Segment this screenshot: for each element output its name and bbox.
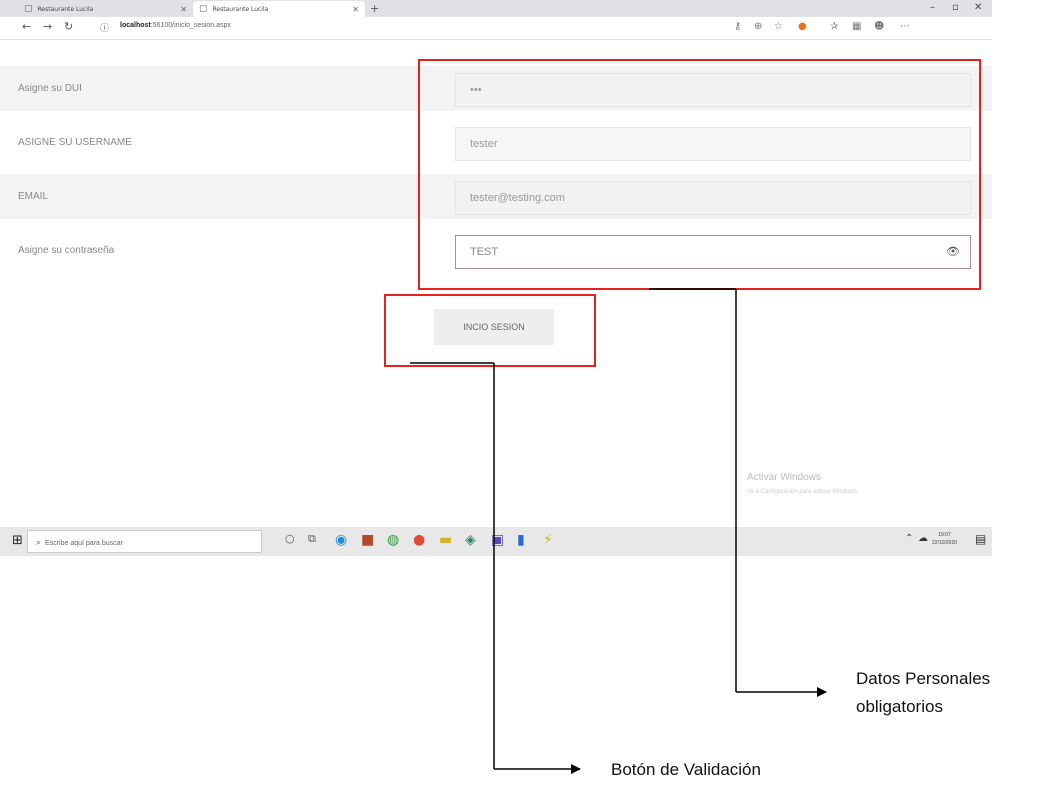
notification-icon[interactable]: ▤ xyxy=(975,532,986,546)
app-icon-orange[interactable]: ● xyxy=(413,532,425,548)
back-arrow-icon[interactable]: ← xyxy=(22,20,31,33)
close-tab-icon[interactable]: ✕ xyxy=(352,5,359,14)
key-icon[interactable]: ⚷ xyxy=(734,21,741,32)
personal-data-annotation-line2: obligatorios xyxy=(856,697,943,716)
page-icon: ▢ xyxy=(199,4,208,14)
extension-icon[interactable]: ● xyxy=(798,21,807,32)
validation-button-annotation: Botón de Validación xyxy=(611,760,761,779)
app-icon-yellow[interactable]: ⚡ xyxy=(543,532,553,548)
app-icon-purple[interactable]: ▣ xyxy=(491,532,504,548)
activation-watermark-title: Activar Windows xyxy=(747,472,821,483)
validation-button-connector xyxy=(410,362,581,774)
clock-date: 22/10/2020 xyxy=(932,540,958,546)
refresh-icon[interactable]: ↻ xyxy=(64,20,73,33)
browser-tab-1[interactable]: ▢ Restaurante Lucila ✕ xyxy=(18,1,193,17)
chrome-icon[interactable]: ◍ xyxy=(387,532,399,548)
taskbar-search-input[interactable]: ⌕ Escribe aquí para buscar xyxy=(27,530,262,553)
url-field[interactable]: localhost:56100/inicio_sesion.aspx xyxy=(120,22,231,29)
browser-tab-bar: ▢ Restaurante Lucila ✕ ▢ Restaurante Luc… xyxy=(0,0,992,17)
zoom-icon[interactable]: ⊕ xyxy=(754,21,762,32)
tab-title: Restaurante Lucila xyxy=(212,5,269,13)
browser-tab-2[interactable]: ▢ Restaurante Lucila ✕ xyxy=(193,1,365,17)
collections-icon[interactable]: ▦ xyxy=(852,21,861,32)
url-host: localhost xyxy=(120,22,151,29)
dui-label: Asigne su DUI xyxy=(18,83,82,94)
personal-data-annotation: Datos Personales obligatorios xyxy=(856,665,990,721)
page-icon: ▢ xyxy=(24,4,33,14)
maximize-icon[interactable]: ▫ xyxy=(952,2,959,13)
app-icon-red[interactable]: ■ xyxy=(361,532,374,548)
windows-start-icon[interactable]: ⊞ xyxy=(12,533,23,548)
info-icon[interactable]: ⓘ xyxy=(100,21,109,34)
tray-arrow-icon[interactable]: ⌃ xyxy=(905,533,913,544)
email-label: EMAIL xyxy=(18,191,49,202)
url-path: :56100/inicio_sesion.aspx xyxy=(150,22,231,29)
windows-taskbar: ⊞ ⌕ Escribe aquí para buscar ○ ⧉ ◉ ■ ◍ ● … xyxy=(0,527,992,556)
password-label: Asigne su contraseña xyxy=(18,245,115,256)
more-menu-icon[interactable]: ⋯ xyxy=(900,21,910,32)
taskbar-clock[interactable]: 19:07 22/10/2020 xyxy=(932,531,957,547)
clock-time: 19:07 xyxy=(938,532,951,538)
app-icon-green[interactable]: ◈ xyxy=(465,532,476,548)
search-icon: ⌕ xyxy=(36,537,42,547)
address-bar-row: ← → ↻ ⓘ localhost:56100/inicio_sesion.as… xyxy=(0,17,992,40)
cortana-icon[interactable]: ○ xyxy=(285,532,295,545)
minimize-icon[interactable]: – xyxy=(930,2,935,13)
folder-icon[interactable]: ▬ xyxy=(439,532,452,548)
new-tab-icon[interactable]: + xyxy=(370,2,379,15)
network-icon[interactable]: ☁ xyxy=(918,533,928,544)
activation-watermark-subtitle: Ve a Configuración para activar Windows. xyxy=(747,489,859,495)
favorite-star-icon[interactable]: ☆ xyxy=(774,21,783,32)
validation-button-highlight-box xyxy=(384,294,596,367)
close-window-icon[interactable]: ✕ xyxy=(974,2,982,13)
edge-browser-icon[interactable]: ◉ xyxy=(335,532,347,548)
app-icon-blue[interactable]: ▮ xyxy=(517,532,525,548)
forward-arrow-icon[interactable]: → xyxy=(43,20,52,33)
personal-data-highlight-box xyxy=(418,59,981,290)
profile-icon[interactable]: ☻ xyxy=(874,21,884,32)
search-placeholder: Escribe aquí para buscar xyxy=(45,540,123,547)
username-label: ASIGNE SU USERNAME xyxy=(18,137,132,148)
close-tab-icon[interactable]: ✕ xyxy=(180,5,187,14)
tab-title: Restaurante Lucila xyxy=(37,5,94,13)
task-view-icon[interactable]: ⧉ xyxy=(308,532,316,546)
favorites-icon[interactable]: ✰ xyxy=(830,21,838,32)
personal-data-annotation-line1: Datos Personales xyxy=(856,669,991,688)
